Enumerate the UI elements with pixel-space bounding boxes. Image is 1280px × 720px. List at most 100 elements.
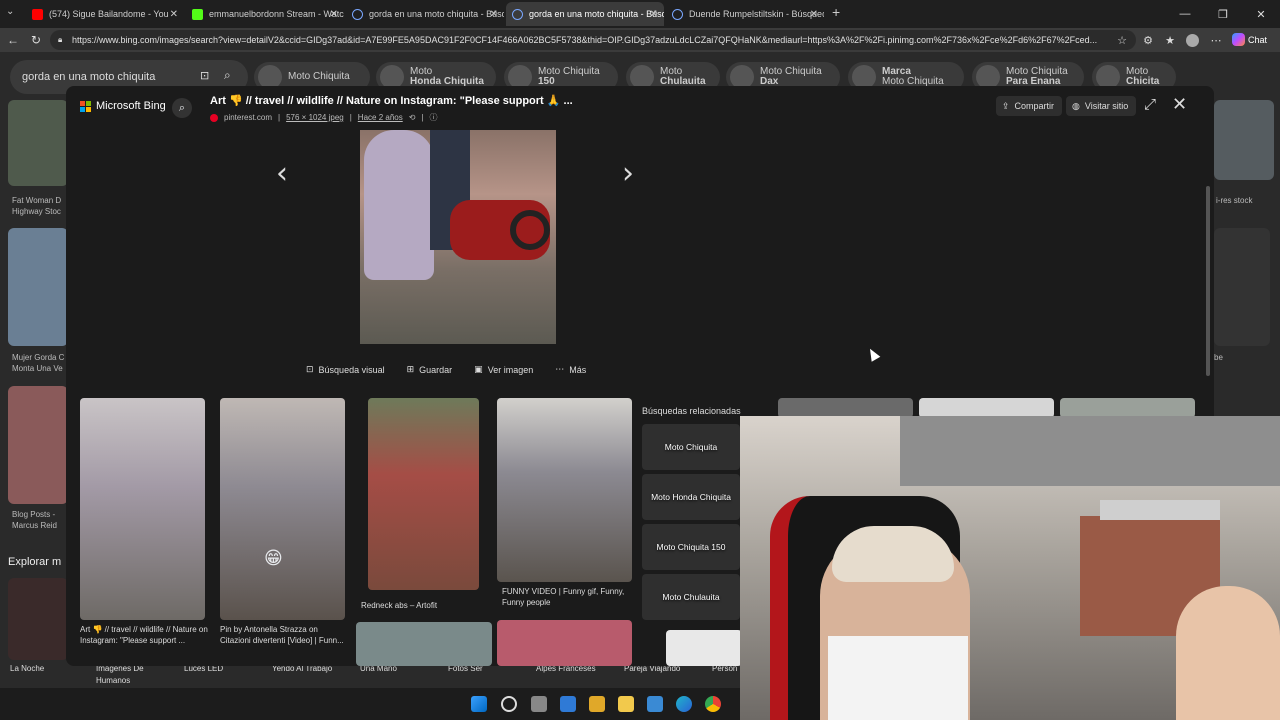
related-image[interactable] bbox=[919, 398, 1054, 418]
dimensions-link[interactable]: 576 × 1024 jpeg bbox=[286, 113, 344, 122]
explore-item[interactable]: La Noche bbox=[10, 664, 44, 673]
tank-top bbox=[828, 636, 968, 720]
result-thumbnail[interactable] bbox=[1214, 228, 1270, 346]
related-image[interactable] bbox=[356, 622, 492, 666]
share-label: Compartir bbox=[1014, 101, 1055, 111]
close-icon[interactable]: ✕ bbox=[170, 9, 178, 20]
tab-label: Duende Rumpelstiltskin - Búsqued bbox=[689, 9, 824, 19]
related-search-item[interactable]: Moto Chiquita 150 bbox=[642, 524, 740, 570]
favorite-star-icon[interactable]: ☆ bbox=[1114, 32, 1130, 48]
related-image[interactable] bbox=[497, 620, 632, 666]
extensions-icon[interactable]: ⚙ bbox=[1140, 32, 1156, 48]
related-image[interactable] bbox=[666, 630, 742, 666]
close-icon[interactable]: ✕ bbox=[810, 9, 818, 20]
share-button[interactable]: ⇪ Compartir bbox=[996, 96, 1063, 116]
folder-icon[interactable] bbox=[618, 696, 634, 712]
task-view-icon[interactable] bbox=[531, 696, 547, 712]
previous-arrow-icon[interactable]: ‹ bbox=[276, 156, 288, 191]
edge-icon[interactable] bbox=[676, 696, 692, 712]
brand-label: Microsoft Bing bbox=[96, 100, 166, 112]
explore-thumbnail[interactable] bbox=[8, 578, 68, 660]
visual-search-button[interactable]: ⊡ Búsqueda visual bbox=[306, 364, 385, 375]
more-button[interactable]: ⋯ Más bbox=[555, 364, 586, 375]
visual-search-icon[interactable]: ⊡ bbox=[200, 69, 209, 82]
kitchen-cabinets bbox=[900, 416, 1280, 486]
tab-bing-search-1[interactable]: gorda en una moto chiquita - Búsq ✕ bbox=[346, 2, 504, 26]
image-title[interactable]: Art 👎 // travel // wildlife // Nature on… bbox=[210, 94, 573, 107]
url-text: https://www.bing.com/images/search?view=… bbox=[72, 35, 1098, 45]
result-thumbnail[interactable] bbox=[1214, 100, 1274, 180]
explore-heading: Explorar m bbox=[8, 556, 62, 568]
maximize-button[interactable]: ❐ bbox=[1204, 0, 1242, 28]
info-icon[interactable]: ⓘ bbox=[430, 112, 438, 123]
save-icon: ⊞ bbox=[406, 364, 415, 374]
history-icon: ⟲ bbox=[408, 113, 416, 122]
tab-label: emmanuelbordonn Stream - Watc bbox=[209, 9, 344, 19]
tab-youtube[interactable]: (574) Sigue Bailandome - You ✕ bbox=[26, 2, 184, 26]
related-image[interactable] bbox=[368, 398, 479, 590]
next-arrow-icon[interactable]: › bbox=[622, 156, 634, 191]
related-search-item[interactable]: Moto Honda Chiquita bbox=[642, 474, 740, 520]
new-tab-button[interactable]: + bbox=[832, 4, 840, 20]
reload-icon[interactable]: ↻ bbox=[28, 32, 44, 48]
related-image[interactable]: 😁 bbox=[220, 398, 345, 620]
related-image[interactable] bbox=[80, 398, 205, 620]
result-thumbnail[interactable] bbox=[8, 100, 68, 186]
close-icon[interactable]: ✕ bbox=[330, 9, 338, 20]
close-icon[interactable]: ✕ bbox=[1172, 94, 1187, 115]
vpn-icon[interactable] bbox=[647, 696, 663, 712]
expand-icon[interactable]: ⤢ bbox=[1144, 96, 1156, 113]
window-close-button[interactable]: ✕ bbox=[1242, 0, 1280, 28]
result-caption: Marcus Reid bbox=[12, 521, 57, 530]
search-icon[interactable]: ⌕ bbox=[224, 68, 231, 83]
main-image[interactable] bbox=[360, 130, 556, 344]
profile-avatar[interactable] bbox=[1184, 32, 1200, 48]
save-button[interactable]: ⊞ Guardar bbox=[407, 364, 453, 375]
tab-kick[interactable]: emmanuelbordonn Stream - Watc ✕ bbox=[186, 2, 344, 26]
windows-start-icon[interactable] bbox=[471, 696, 487, 712]
related-caption[interactable]: FUNNY VIDEO | Funny gif, Funny, Funny pe… bbox=[502, 586, 630, 608]
related-image[interactable] bbox=[1060, 398, 1195, 418]
visit-label: Visitar sitio bbox=[1084, 101, 1129, 111]
result-thumbnail[interactable] bbox=[8, 386, 68, 504]
more-menu-icon[interactable]: ⋯ bbox=[1208, 32, 1224, 48]
globe-icon: ◍ bbox=[1072, 100, 1080, 111]
close-icon[interactable]: ✕ bbox=[650, 9, 658, 20]
search-icon bbox=[512, 8, 523, 20]
back-icon[interactable]: ← bbox=[5, 32, 21, 48]
bing-logo[interactable]: Microsoft Bing bbox=[80, 100, 166, 112]
result-thumbnail[interactable] bbox=[8, 228, 68, 346]
scrollbar[interactable] bbox=[1206, 186, 1210, 376]
favorites-icon[interactable]: ★ bbox=[1162, 32, 1178, 48]
tab-actions-icon[interactable]: ⌄ bbox=[6, 6, 14, 17]
tab-bing-search-2[interactable]: gorda en una moto chiquita - Búsq ✕ bbox=[506, 2, 664, 26]
calendar-icon[interactable] bbox=[589, 696, 605, 712]
view-image-button[interactable]: ▣ Ver imagen bbox=[474, 364, 533, 375]
url-field[interactable]: 🔒︎ https://www.bing.com/images/search?vi… bbox=[50, 30, 1136, 50]
related-caption[interactable]: Pin by Antonella Strazza on Citazioni di… bbox=[220, 624, 348, 646]
visit-site-button[interactable]: ◍ Visitar sitio bbox=[1066, 96, 1137, 116]
tab-label: (574) Sigue Bailandome - You bbox=[49, 9, 169, 19]
explore-item[interactable]: Humanos bbox=[96, 676, 130, 685]
age-link[interactable]: Hace 2 años bbox=[358, 113, 403, 122]
related-image[interactable] bbox=[778, 398, 913, 418]
related-caption[interactable]: Redneck abs – Artofit bbox=[361, 600, 489, 611]
related-search-item[interactable]: Moto Chulauita bbox=[642, 574, 740, 620]
overlay-header: Microsoft Bing ⌕ Art 👎 // travel // wild… bbox=[66, 86, 1214, 130]
tab-bing-search-3[interactable]: Duende Rumpelstiltskin - Búsqued ✕ bbox=[666, 2, 824, 26]
image-person-dress bbox=[364, 130, 434, 280]
taskbar bbox=[0, 688, 740, 720]
copilot-chat-button[interactable]: Chat bbox=[1232, 33, 1267, 46]
tab-label: gorda en una moto chiquita - Búsq bbox=[369, 9, 504, 19]
close-icon[interactable]: ✕ bbox=[490, 9, 498, 20]
search-icon[interactable]: ⌕ bbox=[172, 98, 192, 118]
chrome-icon[interactable] bbox=[705, 696, 721, 712]
related-search-item[interactable]: Moto Chiquita bbox=[642, 424, 740, 470]
store-icon[interactable] bbox=[560, 696, 576, 712]
search-icon[interactable] bbox=[501, 696, 517, 712]
related-image[interactable] bbox=[497, 398, 632, 582]
minimize-button[interactable]: — bbox=[1166, 0, 1204, 28]
related-caption[interactable]: Art 👎 // travel // wildlife // Nature on… bbox=[80, 624, 208, 646]
search-icon bbox=[352, 8, 363, 20]
source-link[interactable]: pinterest.com bbox=[224, 113, 272, 122]
